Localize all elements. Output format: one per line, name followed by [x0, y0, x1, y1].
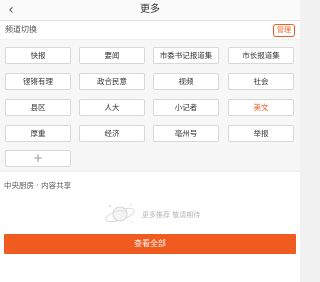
channel-tag[interactable]: 人大 [79, 99, 145, 116]
empty-state: 更多推荐 敬请期待 [0, 200, 300, 230]
channel-tag[interactable]: 厚重 [5, 125, 71, 142]
channel-tag[interactable]: 政合民意 [79, 73, 145, 90]
empty-message: 更多推荐 敬请期待 [142, 211, 201, 219]
channel-tag[interactable]: 要闻 [79, 47, 145, 64]
channel-switch-header: 频道切换 管理 [0, 21, 300, 39]
channel-tag[interactable]: 社会 [228, 73, 294, 90]
channel-tag-active[interactable]: 美文 [228, 99, 294, 116]
channel-switch-label: 频道切换 [5, 25, 37, 34]
top-nav-bar: ‹ 更多 [0, 0, 300, 21]
section-title: 中央厨房 · 内容共享 [4, 181, 72, 190]
channel-tag[interactable]: 举报 [228, 125, 294, 142]
add-channel-button[interactable]: + [5, 150, 71, 167]
channel-tag[interactable]: 县区 [5, 99, 71, 116]
page-title: 更多 [140, 4, 160, 15]
content-share-section: 中央厨房 · 内容共享 更多推荐 敬请期待 查看全部 [0, 172, 300, 282]
channel-tag[interactable]: 铿锵有理 [5, 73, 71, 90]
manage-button[interactable]: 管理 [273, 24, 295, 37]
channel-tag[interactable]: 亳州号 [153, 125, 219, 142]
channel-tag[interactable]: 小记者 [153, 99, 219, 116]
channel-tag[interactable]: 快报 [5, 47, 71, 64]
channel-tag[interactable]: 视频 [153, 73, 219, 90]
planet-illustration-icon [105, 204, 135, 223]
channel-tag[interactable]: 市长报道集 [228, 47, 294, 64]
channel-tag[interactable]: 市委书记报道集 [153, 47, 219, 64]
channel-tag[interactable]: 经济 [79, 125, 145, 142]
view-all-button[interactable]: 查看全部 [4, 234, 296, 254]
